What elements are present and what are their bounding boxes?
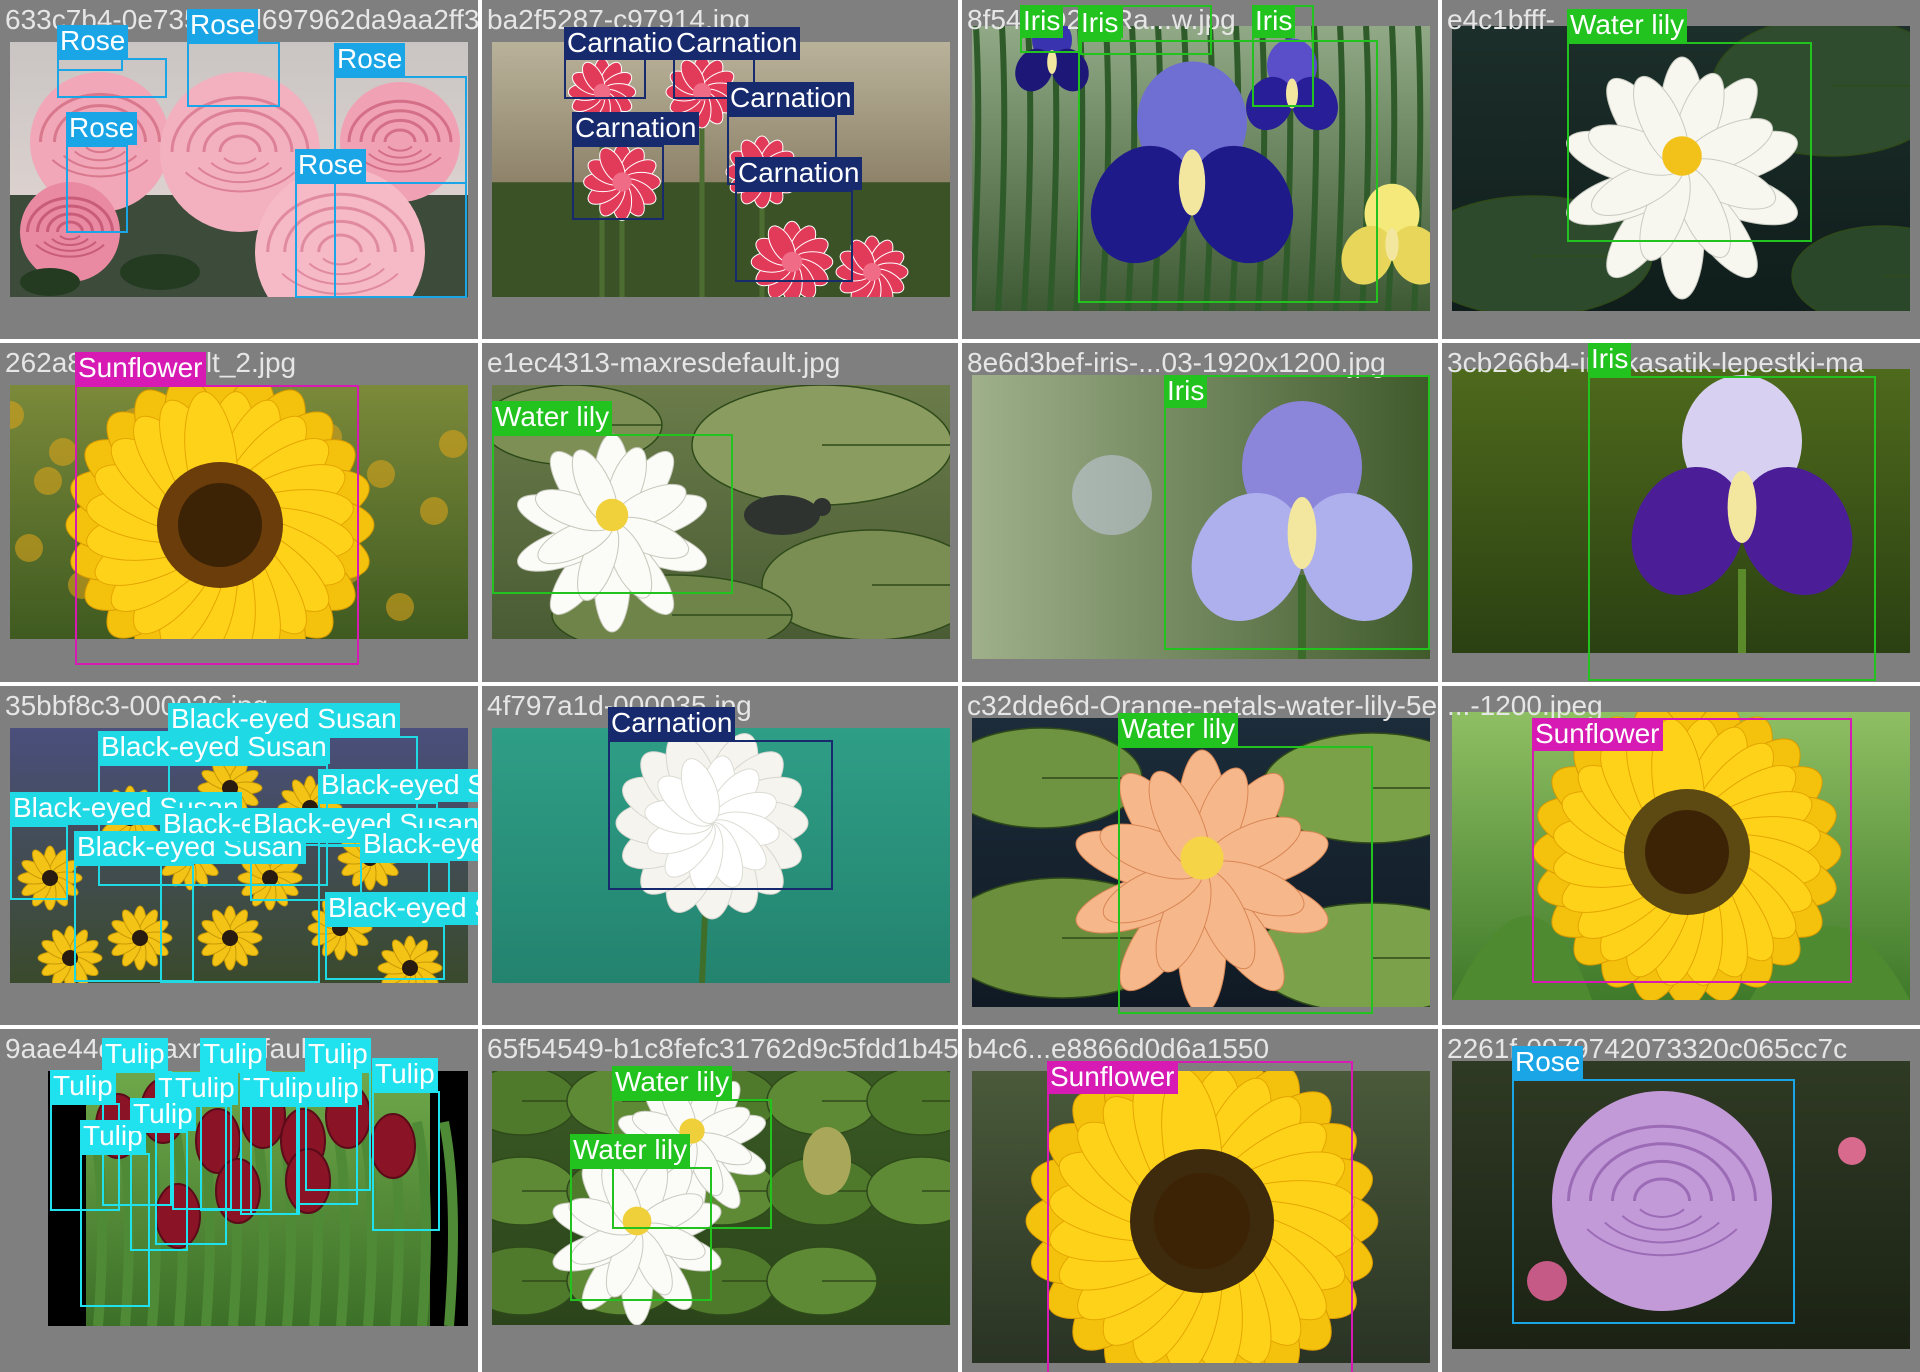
detection-label: Tulip [50, 1070, 116, 1103]
detection-box [1047, 1061, 1353, 1372]
mosaic-tile: b4c6...e8866d0d6a1550 Sunflower [962, 1029, 1438, 1372]
detection-label: Tulip [305, 1038, 371, 1071]
detection-box [75, 385, 359, 665]
mosaic-tile: 35bbf8c3-000026.jpg Black-eyed Susan Black… [0, 686, 478, 1025]
detection-box [1512, 1079, 1795, 1324]
detection-box [250, 1105, 298, 1215]
detection-label: Sunflower [75, 352, 206, 385]
detection-label: Carnation [608, 707, 736, 740]
detection-label: Rose [1512, 1046, 1584, 1079]
detection-label: Tulip [250, 1072, 316, 1105]
detection-label: Tulip [130, 1098, 196, 1131]
mosaic-tile: 4f797a1d-000035.jpg Carnation [482, 686, 958, 1025]
detection-label: Tulip [372, 1058, 438, 1091]
mosaic-tile: 8f54...O2LTRa...w.jpgIrisIrisIrisIris [962, 0, 1438, 339]
detection-box [572, 145, 664, 220]
detection-label: Rose [187, 9, 259, 42]
detection-label: Black-eyed Susan [325, 892, 478, 925]
detection-label: Iris [1078, 7, 1122, 40]
detection-mosaic: 633c7b4-0e73557dd697962da9aa2ff3...RoseR… [0, 0, 1920, 1372]
detection-label: Sunflower [1047, 1061, 1178, 1094]
detection-label: Rose [295, 149, 367, 182]
mosaic-tile: 2261f-0979742073320c065cc7c Rose [1442, 1029, 1920, 1372]
image-filename: 3cb266b4-iris-kasatik-lepestki-ma [1447, 347, 1865, 378]
detection-label: Black-eyed Susan [360, 828, 478, 861]
image-filename: 8e6d3bef-iris-...03-1920x1200.jpg [967, 347, 1386, 378]
image-filename: ...-1200.jpeg [1447, 690, 1603, 721]
detection-box [570, 1167, 712, 1301]
detection-label: Carnation [572, 112, 700, 145]
mosaic-tile: 633c7b4-0e73557dd697962da9aa2ff3...RoseR… [0, 0, 478, 339]
detection-box [10, 825, 68, 900]
mosaic-tile: e4c1bfff- Water lily [1442, 0, 1920, 339]
detection-label: Water lily [1567, 9, 1688, 42]
detection-label: Iris [1252, 5, 1296, 38]
detection-box [295, 182, 467, 298]
detection-box [325, 925, 445, 980]
image-filename: e1ec4313-maxresdefault.jpg [487, 347, 841, 378]
detection-label: Tulip [102, 1038, 168, 1071]
detection-box [1164, 375, 1430, 650]
mosaic-tile: 3cb266b4-iris-kasatik-lepestki-ma Iris [1442, 343, 1920, 682]
detection-box [66, 145, 128, 233]
detection-box [1078, 40, 1378, 303]
mosaic-tile: 8e6d3bef-iris-...03-1920x1200.jpg Iris [962, 343, 1438, 682]
detection-box [492, 434, 733, 594]
detection-label: Water lily [492, 401, 613, 434]
image-filename: e4c1bfff- [1447, 4, 1555, 35]
detection-label: Black-eyed Susan [168, 703, 400, 736]
detection-label: Rose [66, 112, 138, 145]
mosaic-tile: e1ec4313-maxresdefault.jpg Water lily [482, 343, 958, 682]
detection-box [187, 42, 280, 107]
detection-label: Carnation [727, 82, 855, 115]
detection-label: Water lily [1118, 713, 1239, 746]
detection-label: Carnation [735, 157, 863, 190]
mosaic-tile: ba2f5287-c97914.jpg Carnation Carnation Car… [482, 0, 958, 339]
image-filename: b4c6...e8866d0d6a1550 [967, 1033, 1270, 1064]
detection-label: Rose [334, 43, 406, 76]
detection-box [1118, 746, 1373, 1014]
detection-label: Iris [1164, 375, 1208, 408]
mosaic-tile: 262a8...esdefault_2.jpgSunflower [0, 343, 478, 682]
detection-label: Water lily [570, 1134, 691, 1167]
detection-box [608, 740, 833, 890]
detection-label: Water lily [612, 1066, 733, 1099]
detection-box [296, 1105, 358, 1205]
detection-label: Black-eyed Susan [318, 769, 478, 802]
image-filename: 65f54549-b1c8fefc31762d9c5fdd1b456 [487, 1033, 958, 1064]
detection-box [1532, 718, 1852, 983]
detection-label: Tulip [200, 1038, 266, 1071]
image-filename: 2261f-0979742073320c065cc7c [1447, 1033, 1848, 1064]
detection-box [57, 58, 167, 98]
detection-label: Iris [1020, 5, 1064, 38]
mosaic-tile: ...-1200.jpeg Sunflower [1442, 686, 1920, 1025]
detection-box [372, 1091, 440, 1231]
detection-box [1567, 42, 1812, 242]
detection-label: Carnation [673, 27, 801, 60]
mosaic-tile: 65f54549-b1c8fefc31762d9c5fdd1b456 Water … [482, 1029, 958, 1372]
detection-label: Iris [1588, 343, 1632, 376]
mosaic-tile: c32dde6d-Orange-petals-water-lily-5e04 Wa… [962, 686, 1438, 1025]
detection-box [735, 190, 853, 282]
detection-box [1588, 376, 1876, 681]
detection-label: Rose [57, 25, 129, 58]
detection-label: Sunflower [1532, 718, 1663, 751]
mosaic-tile: 9aae44d0-maxresdefault.jpg Tulip Tulip Tuli… [0, 1029, 478, 1372]
